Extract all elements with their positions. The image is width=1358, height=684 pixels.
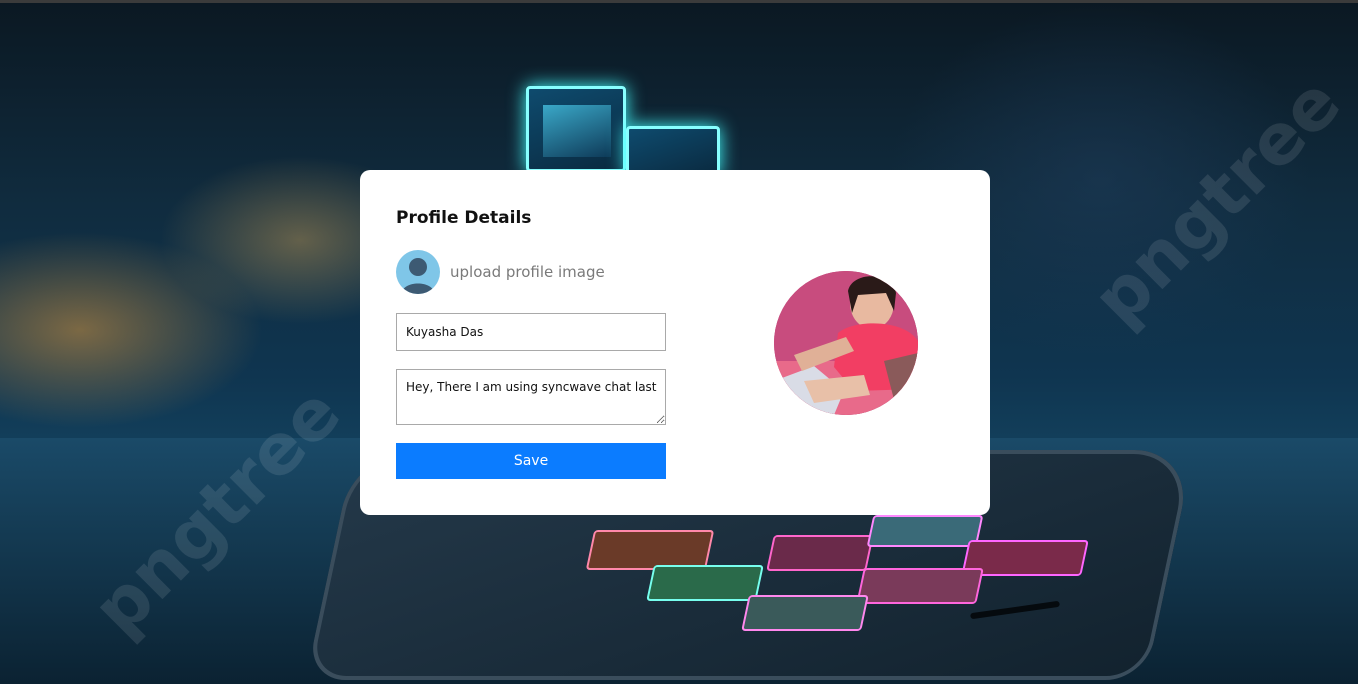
about-textarea[interactable]: Hey, There I am using syncwave chat last	[396, 369, 666, 425]
upload-label: upload profile image	[450, 263, 605, 281]
page-title: Profile Details	[396, 208, 532, 228]
app-tile	[585, 530, 715, 570]
app-tile	[646, 565, 764, 601]
app-tile	[741, 595, 869, 631]
window-top-border	[0, 0, 1358, 3]
profile-photo	[774, 271, 918, 415]
name-input[interactable]	[396, 313, 666, 351]
watermark: pngtree	[1076, 61, 1357, 341]
save-button[interactable]: Save	[396, 443, 666, 479]
app-tile	[766, 535, 874, 571]
person-silhouette-icon	[396, 250, 440, 294]
holographic-card	[626, 126, 720, 176]
app-tile	[866, 515, 984, 547]
holographic-card	[526, 86, 626, 172]
app-tile	[856, 568, 984, 604]
profile-card: Profile Details upload profile image Hey…	[360, 170, 990, 515]
upload-profile-image-button[interactable]: upload profile image	[396, 250, 605, 294]
